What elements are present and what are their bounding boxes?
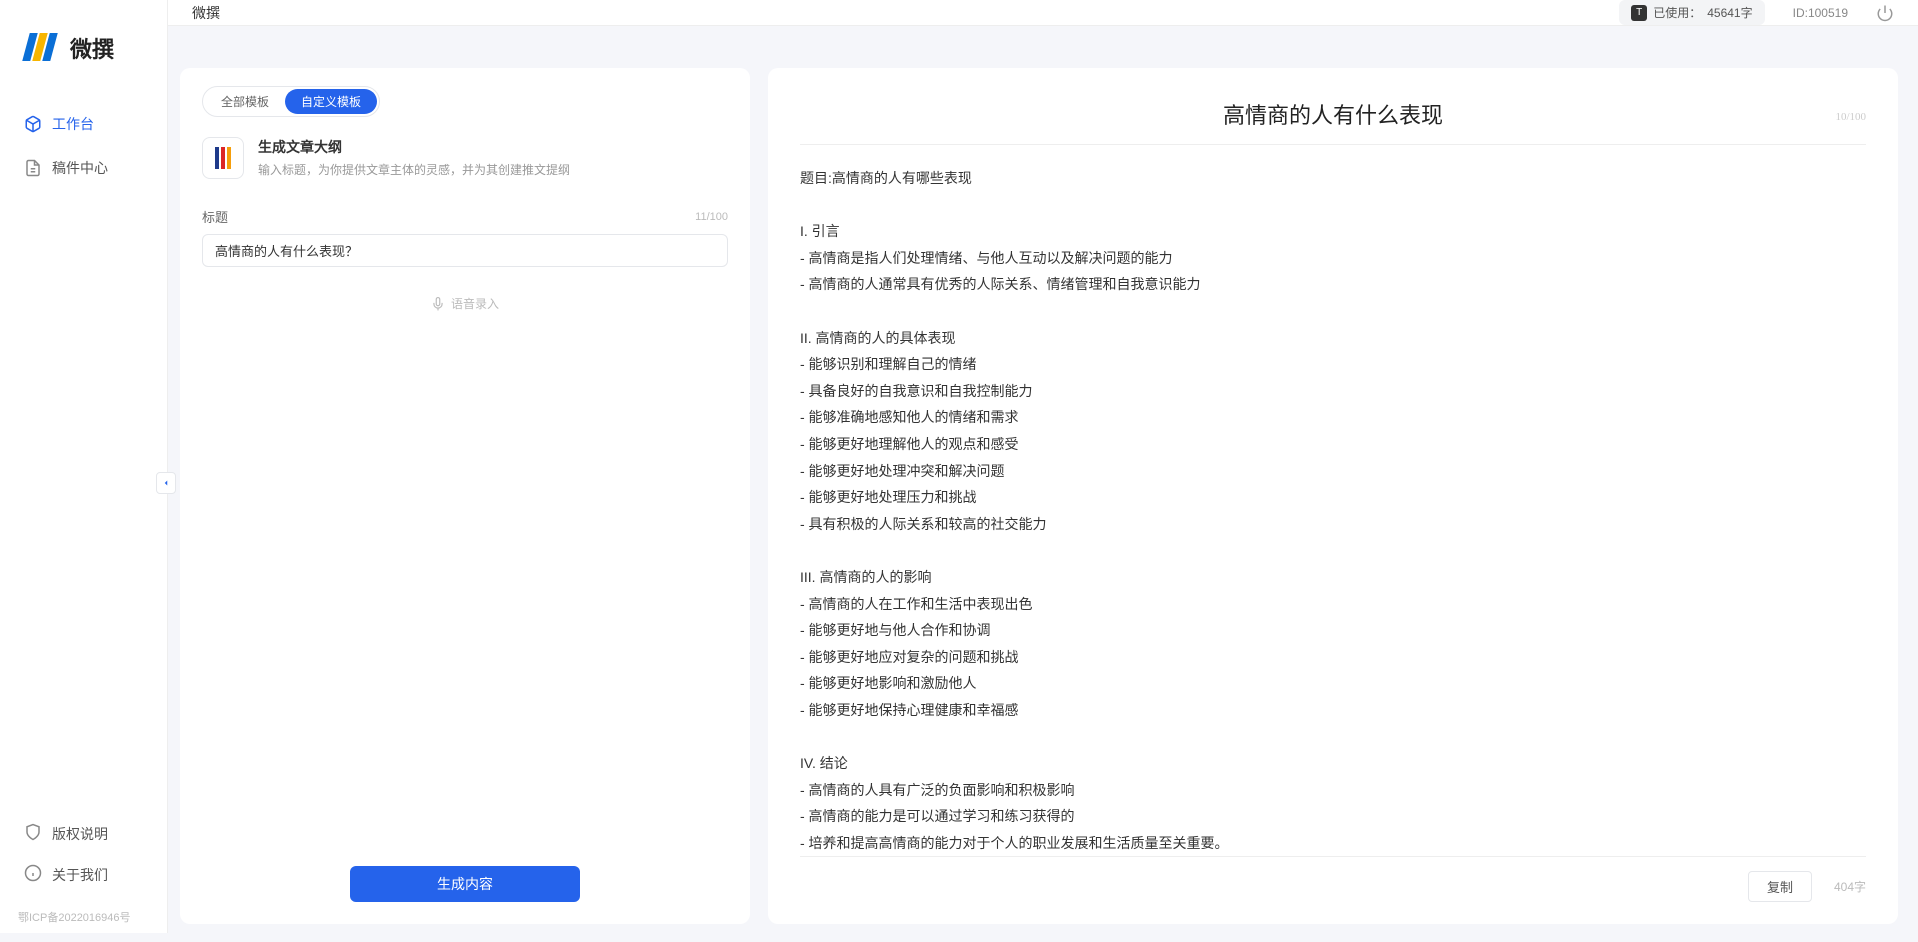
chevron-left-icon bbox=[161, 478, 171, 488]
app-logo: 微撰 bbox=[0, 0, 167, 104]
generate-button[interactable]: 生成内容 bbox=[350, 866, 580, 902]
voice-input-label: 语音录入 bbox=[451, 295, 499, 312]
cube-icon bbox=[24, 115, 42, 133]
sidebar-item-about[interactable]: 关于我们 bbox=[12, 854, 155, 895]
sidebar-collapse-toggle[interactable] bbox=[156, 472, 176, 494]
sidebar-item-label: 版权说明 bbox=[52, 824, 108, 844]
template-card: 生成文章大纲 输入标题，为你提供文章主体的灵感，并为其创建推文提纲 bbox=[202, 137, 728, 179]
template-tabs: 全部模板 自定义模板 bbox=[202, 86, 380, 117]
sidebar-item-drafts[interactable]: 稿件中心 bbox=[12, 148, 155, 188]
title-char-count: 11/100 bbox=[695, 211, 728, 223]
template-panel: 全部模板 自定义模板 生成文章大纲 输入标题，为你提供文章主体的灵感，并为其创建… bbox=[180, 68, 750, 924]
sidebar-item-label: 稿件中心 bbox=[52, 158, 108, 178]
template-icon bbox=[202, 137, 244, 179]
copy-button[interactable]: 复制 bbox=[1748, 871, 1812, 902]
output-title: 高情商的人有什么表现 bbox=[1223, 103, 1443, 128]
usage-value: 45641字 bbox=[1707, 4, 1752, 21]
usage-chip[interactable]: T 已使用： 45641字 bbox=[1619, 0, 1764, 25]
document-icon bbox=[24, 159, 42, 177]
sidebar-item-workspace[interactable]: 工作台 bbox=[12, 104, 155, 144]
template-description: 输入标题，为你提供文章主体的灵感，并为其创建推文提纲 bbox=[258, 161, 570, 178]
brand-name: 微撰 bbox=[70, 32, 114, 64]
microphone-icon bbox=[431, 297, 445, 311]
sidebar-item-copyright[interactable]: 版权说明 bbox=[12, 813, 155, 854]
output-body: 题目:高情商的人有哪些表现 I. 引言 - 高情商是指人们处理情绪、与他人互动以… bbox=[800, 165, 1866, 856]
output-panel: 高情商的人有什么表现 10/100 题目:高情商的人有哪些表现 I. 引言 - … bbox=[768, 68, 1898, 924]
title-field-label: 标题 bbox=[202, 207, 228, 226]
info-icon bbox=[24, 864, 42, 885]
divider bbox=[800, 144, 1866, 145]
icp-text: 鄂ICP备2022016946号 bbox=[0, 909, 167, 933]
usage-label: 已使用： bbox=[1653, 4, 1701, 21]
template-title: 生成文章大纲 bbox=[258, 137, 570, 157]
output-footer: 复制 404字 bbox=[800, 856, 1866, 902]
shield-icon bbox=[24, 823, 42, 844]
output-title-count: 10/100 bbox=[1835, 111, 1866, 123]
user-id: ID:100519 bbox=[1793, 6, 1848, 20]
sidebar-footer: 版权说明 关于我们 bbox=[0, 813, 167, 909]
output-title-row: 高情商的人有什么表现 10/100 bbox=[800, 90, 1866, 144]
logo-mark-icon bbox=[26, 33, 62, 63]
sidebar-item-label: 关于我们 bbox=[52, 865, 108, 885]
sidebar-nav: 工作台 稿件中心 bbox=[0, 104, 167, 813]
tab-all-templates[interactable]: 全部模板 bbox=[205, 89, 285, 114]
voice-input-button[interactable]: 语音录入 bbox=[202, 295, 728, 312]
title-input[interactable] bbox=[202, 234, 728, 267]
topbar: 微撰 T 已使用： 45641字 ID:100519 bbox=[168, 0, 1918, 26]
output-word-count: 404字 bbox=[1834, 878, 1866, 895]
sidebar: 微撰 工作台 稿件中心 版权说明 bbox=[0, 0, 168, 933]
sidebar-item-label: 工作台 bbox=[52, 114, 94, 134]
power-icon[interactable] bbox=[1876, 4, 1894, 22]
page-title: 微撰 bbox=[192, 3, 220, 23]
usage-badge-icon: T bbox=[1631, 5, 1647, 21]
tab-custom-template[interactable]: 自定义模板 bbox=[285, 89, 377, 114]
